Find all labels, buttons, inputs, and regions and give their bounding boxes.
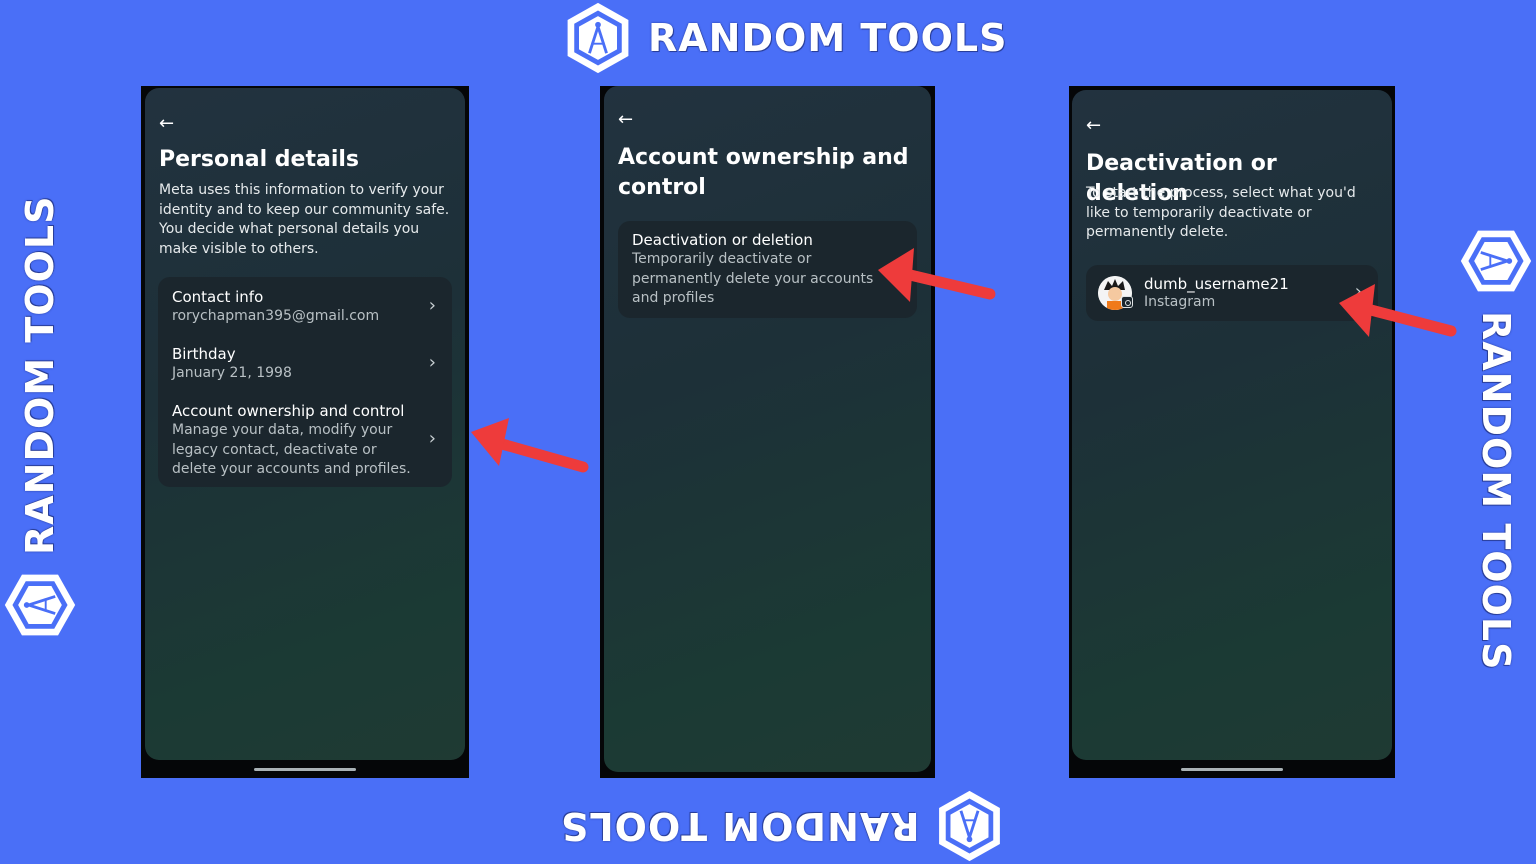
list-item-contact-info[interactable]: Contact info rorychapman395@gmail.com ›: [158, 277, 452, 334]
back-arrow-icon[interactable]: ←: [159, 115, 174, 133]
item-value: January 21, 1998: [172, 365, 292, 381]
item-label: Deactivation or deletion: [632, 231, 813, 249]
phone-screen-deactivation: ← Deactivation or deletion To start the …: [1069, 86, 1395, 778]
account-platform: Instagram: [1144, 294, 1216, 310]
chevron-right-icon: ›: [428, 352, 436, 373]
brand-name: RANDOM TOOLS: [1474, 311, 1518, 671]
details-card: Contact info rorychapman395@gmail.com › …: [158, 277, 452, 487]
brand-name: RANDOM TOOLS: [18, 195, 62, 555]
item-value: rorychapman395@gmail.com: [172, 308, 380, 324]
brand-logo-top: RANDOM TOOLS: [560, 0, 1007, 76]
item-label: Account ownership and control: [172, 402, 405, 420]
page-title: Account ownership and control: [618, 145, 909, 200]
page-description: To start the process, select what you'd …: [1086, 185, 1356, 240]
back-arrow-icon[interactable]: ←: [618, 111, 633, 129]
phone-screen-personal-details: ← Personal details Meta uses this inform…: [141, 86, 469, 778]
item-label: Birthday: [172, 345, 236, 363]
item-value: Manage your data, modify your legacy con…: [172, 422, 411, 477]
instagram-icon: [1121, 296, 1133, 308]
brand-logo-right: RANDOM TOOLS: [1458, 223, 1534, 670]
home-indicator: [254, 768, 356, 771]
brand-name: RANDOM TOOLS: [560, 804, 920, 848]
home-indicator: [1181, 768, 1283, 771]
page-title: Personal details: [159, 147, 360, 172]
red-arrow-icon: [1339, 284, 1457, 337]
brand-logo-left: RANDOM TOOLS: [2, 196, 78, 643]
red-arrow-icon: [878, 248, 996, 302]
brand-logo-bottom: RANDOM TOOLS: [560, 788, 1007, 864]
account-username: dumb_username21: [1144, 275, 1289, 293]
phone-screen-account-ownership: ← Account ownership and control Deactiva…: [600, 86, 935, 778]
item-value: Temporarily deactivate or permanently de…: [632, 251, 874, 306]
list-item-birthday[interactable]: Birthday January 21, 1998 ›: [158, 334, 452, 391]
compass-icon: [567, 2, 629, 74]
compass-icon: [1460, 230, 1532, 292]
screen-background: ← Personal details Meta uses this inform…: [145, 88, 465, 760]
item-label: Contact info: [172, 288, 264, 306]
list-item-account-ownership[interactable]: Account ownership and control Manage you…: [158, 391, 452, 487]
red-arrow-icon: [471, 418, 589, 473]
compass-icon: [4, 574, 76, 636]
chevron-right-icon: ›: [428, 295, 436, 316]
back-arrow-icon[interactable]: ←: [1086, 117, 1101, 135]
brand-name: RANDOM TOOLS: [648, 16, 1008, 60]
page-description: Meta uses this information to verify you…: [159, 182, 450, 257]
chevron-right-icon: ›: [428, 428, 436, 449]
compass-icon: [939, 790, 1000, 862]
screen-background: ← Account ownership and control Deactiva…: [604, 86, 931, 772]
screen-background: ← Deactivation or deletion To start the …: [1072, 90, 1392, 760]
